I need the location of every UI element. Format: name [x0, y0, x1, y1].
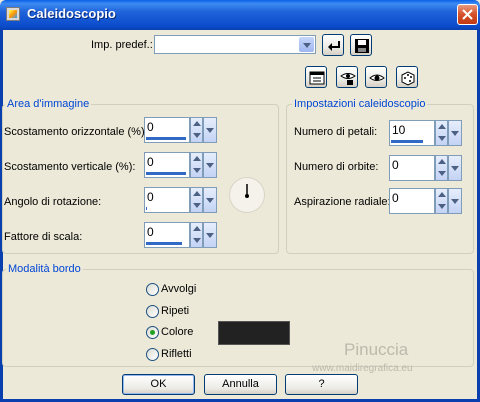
- close-button[interactable]: [457, 4, 478, 25]
- input-field[interactable]: 0: [389, 155, 435, 181]
- label-colore[interactable]: Colore: [161, 326, 193, 338]
- spin-scostamento-orizzontale[interactable]: 0: [144, 117, 217, 143]
- cancel-button[interactable]: Annulla: [204, 374, 277, 395]
- input-field[interactable]: 0: [144, 222, 190, 248]
- spin-scostamento-verticale[interactable]: 0: [144, 152, 217, 178]
- toggle-preview-icon: [369, 74, 385, 81]
- group-impostazioni-title: Impostazioni caleidoscopio: [292, 98, 428, 110]
- run-script-button[interactable]: [322, 34, 344, 56]
- input-field[interactable]: 0: [389, 188, 435, 214]
- help-button[interactable]: ?: [285, 374, 358, 395]
- label-scostamento-verticale: Scostamento verticale (%):: [4, 161, 136, 173]
- proof-preview-icon: [340, 73, 356, 85]
- stepper-arrows[interactable]: [435, 188, 448, 214]
- chevron-down-icon[interactable]: [448, 120, 462, 146]
- input-field[interactable]: 10: [389, 120, 435, 146]
- spin-numero-orbite[interactable]: 0: [389, 155, 462, 181]
- slider-fill: [146, 137, 186, 140]
- dialog-options-icon: [309, 71, 325, 85]
- save-preset-button[interactable]: [350, 34, 372, 56]
- randomize-icon: [401, 71, 415, 86]
- save-preset-icon: [355, 39, 369, 53]
- slider-fill: [391, 140, 423, 143]
- label-numero-orbite: Numero di orbite:: [294, 161, 379, 173]
- ok-button[interactable]: OK: [122, 374, 195, 395]
- input-field[interactable]: 0: [144, 117, 190, 143]
- dialog-options-button[interactable]: [305, 66, 327, 88]
- spin-numero-petali[interactable]: 10: [389, 120, 462, 146]
- label-rifletti[interactable]: Rifletti: [161, 348, 192, 360]
- value-text: 0: [147, 225, 154, 239]
- input-field[interactable]: 0: [144, 187, 190, 213]
- preset-dropdown[interactable]: [154, 35, 316, 54]
- spin-aspirazione-radiale[interactable]: 0: [389, 188, 462, 214]
- toggle-preview-button[interactable]: [365, 66, 387, 88]
- watermark-url: www.maidiregrafica.eu: [312, 363, 413, 374]
- title-bar[interactable]: Caleidoscopio: [0, 0, 480, 30]
- value-text: 0: [147, 120, 154, 134]
- stepper-arrows[interactable]: [190, 222, 203, 248]
- rotation-dial[interactable]: [229, 177, 265, 213]
- run-script-icon: [328, 41, 340, 51]
- window-title: Caleidoscopio: [27, 6, 116, 21]
- randomize-button[interactable]: [396, 66, 418, 88]
- chevron-down-icon[interactable]: [448, 155, 462, 181]
- chevron-down-icon[interactable]: [448, 188, 462, 214]
- label-scostamento-orizzontale: Scostamento orizzontale (%):: [4, 126, 148, 138]
- watermark-name: Pinuccia: [344, 340, 409, 359]
- group-modalita-bordo-title: Modalità bordo: [6, 263, 83, 275]
- chevron-down-icon[interactable]: [203, 187, 217, 213]
- slider-fill: [146, 172, 186, 175]
- stepper-arrows[interactable]: [190, 117, 203, 143]
- value-text: 0: [147, 190, 154, 204]
- preset-label: Imp. predef.:: [91, 39, 153, 51]
- dial-needle-icon: [245, 184, 249, 198]
- label-fattore-scala: Fattore di scala:: [4, 231, 83, 243]
- stepper-arrows[interactable]: [435, 155, 448, 181]
- label-angolo-rotazione: Angolo di rotazione:: [4, 196, 102, 208]
- label-avvolgi[interactable]: Avvolgi: [161, 283, 196, 295]
- slider-fill: [146, 207, 147, 210]
- input-field[interactable]: 0: [144, 152, 190, 178]
- border-color-swatch[interactable]: [218, 321, 290, 345]
- value-text: 10: [392, 123, 406, 137]
- spin-angolo-rotazione[interactable]: 0: [144, 187, 217, 213]
- chevron-down-icon[interactable]: [203, 152, 217, 178]
- chevron-down-icon[interactable]: [203, 222, 217, 248]
- value-text: 0: [147, 155, 154, 169]
- chevron-down-icon[interactable]: [203, 117, 217, 143]
- stepper-arrows[interactable]: [190, 187, 203, 213]
- radio-avvolgi[interactable]: [146, 283, 159, 296]
- group-area-immagine-title: Area d'immagine: [5, 98, 92, 110]
- proof-preview-button[interactable]: [336, 66, 358, 88]
- stepper-arrows[interactable]: [190, 152, 203, 178]
- chevron-down-icon: [299, 37, 314, 52]
- close-icon: [462, 9, 473, 20]
- label-numero-petali: Numero di petali:: [294, 126, 378, 138]
- stepper-arrows[interactable]: [435, 120, 448, 146]
- value-text: 0: [392, 158, 399, 172]
- spin-fattore-scala[interactable]: 0: [144, 222, 217, 248]
- slider-fill: [146, 242, 182, 245]
- app-icon: [6, 7, 20, 21]
- radio-rifletti[interactable]: [146, 348, 159, 361]
- radio-colore[interactable]: [146, 326, 159, 339]
- label-ripeti[interactable]: Ripeti: [161, 305, 189, 317]
- label-aspirazione-radiale: Aspirazione radiale:: [294, 196, 391, 208]
- radio-ripeti[interactable]: [146, 305, 159, 318]
- value-text: 0: [392, 191, 399, 205]
